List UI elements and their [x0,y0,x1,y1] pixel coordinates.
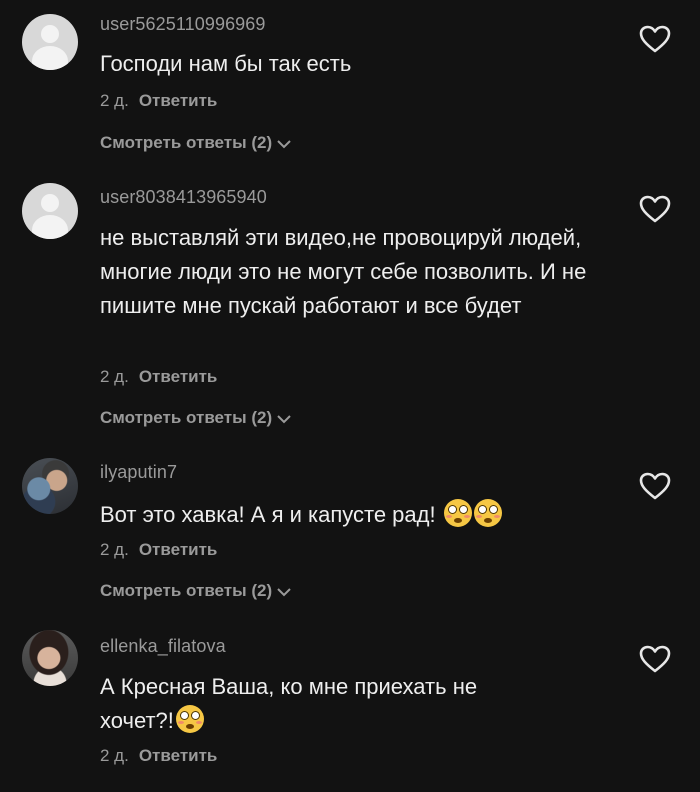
avatar[interactable] [22,183,78,239]
comment-text-content: Вот это хавка! А я и капусте рад! [100,502,436,527]
like-button[interactable] [638,644,672,674]
flushed-face-emoji [443,499,472,527]
comment-text: А Кресная Ваша, ко мне приехать не хочет… [100,670,540,738]
reply-button[interactable]: Ответить [139,746,218,765]
reply-button[interactable]: Ответить [139,91,218,110]
comment-time: 2 д. [100,367,129,386]
like-button[interactable] [638,471,672,501]
like-button[interactable] [638,24,672,54]
comment-username[interactable]: user5625110996969 [100,14,266,35]
comment-time: 2 д. [100,746,129,765]
comment-meta: 2 д. Ответить [100,540,217,560]
comment-meta: 2 д. Ответить [100,91,217,111]
comment-text: Господи нам бы так есть [100,51,352,76]
chevron-down-icon [277,414,291,423]
comment-meta: 2 д. Ответить [100,746,217,766]
comment-text-content: А Кресная Ваша, ко мне приехать не хочет… [100,674,478,733]
view-replies-button[interactable]: Смотреть ответы (2) [100,133,292,153]
comment-username[interactable]: ellenka_filatova [100,636,226,657]
heart-outline-icon [639,195,671,223]
comment-text: не выставляй эти видео,не провоцируй люд… [100,225,587,318]
view-replies-button[interactable]: Смотреть ответы (2) [100,408,292,428]
flushed-face-emoji [473,499,502,527]
view-replies-label: Смотреть ответы (2) [100,133,273,152]
view-replies-label: Смотреть ответы (2) [100,581,273,600]
heart-outline-icon [639,25,671,53]
reply-button[interactable]: Ответить [139,540,218,559]
chevron-down-icon [277,587,291,596]
avatar[interactable] [22,14,78,70]
reply-button[interactable]: Ответить [139,367,218,386]
heart-outline-icon [639,472,671,500]
flushed-face-emoji [175,705,204,733]
avatar[interactable] [22,458,78,514]
comment-text: Вот это хавка! А я и капусте рад! [100,498,600,532]
view-replies-label: Смотреть ответы (2) [100,408,273,427]
like-button[interactable] [638,194,672,224]
comment-username[interactable]: ilyaputin7 [100,462,177,483]
view-replies-button[interactable]: Смотреть ответы (2) [100,581,292,601]
comment-username[interactable]: user8038413965940 [100,187,267,208]
avatar[interactable] [22,630,78,686]
chevron-down-icon [277,139,291,148]
comment-time: 2 д. [100,91,129,110]
comment-meta: 2 д. Ответить [100,367,217,387]
heart-outline-icon [639,645,671,673]
comment-time: 2 д. [100,540,129,559]
